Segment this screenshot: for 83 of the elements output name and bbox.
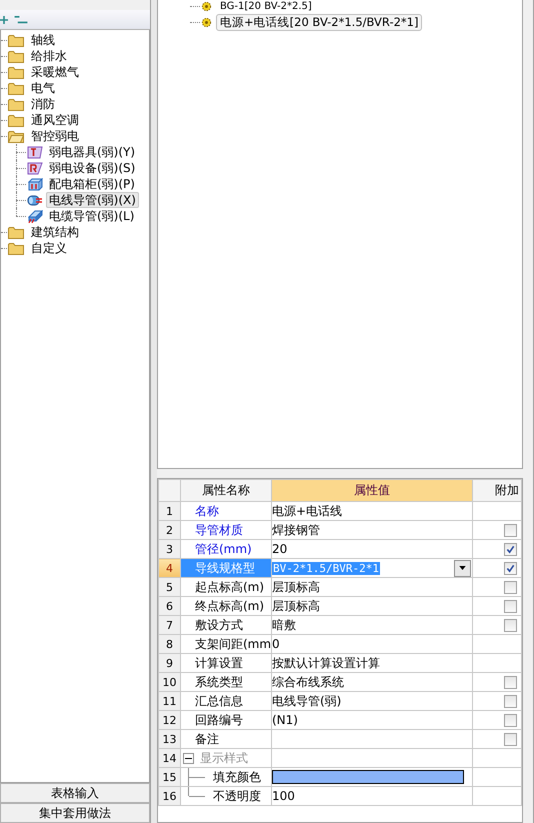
tree-item[interactable]: 通风空调 bbox=[28, 112, 82, 128]
property-value[interactable]: (N1) bbox=[272, 713, 298, 727]
row-number: 2 bbox=[158, 520, 180, 540]
color-swatch[interactable] bbox=[272, 770, 464, 784]
checkbox[interactable] bbox=[504, 562, 517, 576]
conduit-icon bbox=[27, 194, 43, 206]
property-name-text: 管径(mm) bbox=[194, 540, 252, 558]
device-icon bbox=[27, 146, 43, 158]
tree-item[interactable]: 消防 bbox=[28, 96, 58, 112]
tree-item[interactable]: 电线导管(弱)(X) bbox=[46, 192, 139, 208]
dropdown-button[interactable] bbox=[454, 560, 471, 576]
collapse-toggle[interactable] bbox=[183, 752, 194, 764]
property-name-text: 名称 bbox=[194, 502, 219, 520]
row-number: 11 bbox=[158, 692, 180, 710]
checkbox[interactable] bbox=[504, 676, 517, 690]
row-number: 8 bbox=[158, 634, 180, 654]
tree-item[interactable]: 电缆导管(弱)(L) bbox=[46, 208, 138, 224]
expand-all-icon[interactable] bbox=[0, 16, 8, 24]
column-header[interactable]: 属性值 bbox=[272, 480, 472, 502]
property-name-text: 敷设方式 bbox=[194, 616, 243, 634]
property-name-text: 不透明度 bbox=[212, 788, 261, 804]
tree-item[interactable]: 配电箱柜(弱)(P) bbox=[46, 176, 138, 192]
tree-item[interactable]: 轴线 bbox=[28, 32, 58, 48]
row-number: 5 bbox=[158, 578, 180, 596]
row-number: 12 bbox=[158, 710, 180, 730]
panel-button[interactable]: 表格输入 bbox=[0, 783, 150, 803]
property-name-text: 备注 bbox=[194, 730, 219, 748]
component-item[interactable]: 电源+电话线[20 BV-2*1.5/BVR-2*1] bbox=[216, 14, 422, 30]
checkbox[interactable] bbox=[504, 600, 517, 614]
cable-conduit-icon bbox=[27, 210, 43, 222]
tree-item[interactable]: 建筑结构 bbox=[28, 224, 82, 240]
property-name-text: 计算设置 bbox=[194, 654, 243, 672]
property-name-text: 填充颜色 bbox=[212, 768, 261, 786]
property-value[interactable]: 层顶标高 bbox=[272, 598, 320, 612]
property-value[interactable]: 层顶标高 bbox=[272, 580, 320, 594]
gear-icon bbox=[201, 0, 212, 12]
row-number: 6 bbox=[158, 596, 180, 616]
tree-item[interactable]: 自定义 bbox=[28, 240, 70, 256]
column-header[interactable]: 附加 bbox=[472, 480, 522, 502]
property-name-text: 支架间距(mm bbox=[194, 636, 270, 652]
row-number: 4 bbox=[158, 558, 180, 578]
row-number: 7 bbox=[158, 616, 180, 634]
tree-item[interactable]: 智控弱电 bbox=[28, 128, 82, 144]
tree-item[interactable]: 弱电设备(弱)(S) bbox=[46, 160, 138, 176]
tree-item[interactable]: 采暖燃气 bbox=[28, 64, 82, 80]
property-value[interactable]: 100 bbox=[272, 789, 295, 803]
row-number: 14 bbox=[158, 748, 180, 768]
column-header[interactable]: 属性名称 bbox=[180, 480, 272, 502]
property-value[interactable]: 暗敷 bbox=[272, 618, 296, 632]
component-item[interactable]: BG-1[20 BV-2*2.5] bbox=[216, 0, 316, 12]
property-name-text: 起点标高(m) bbox=[194, 578, 264, 596]
property-name-text: 导管材质 bbox=[194, 522, 243, 538]
checkbox[interactable] bbox=[504, 733, 517, 746]
row-number: 1 bbox=[158, 502, 180, 520]
checkbox[interactable] bbox=[504, 619, 517, 632]
gear-icon bbox=[201, 16, 212, 28]
checkbox[interactable] bbox=[504, 524, 517, 538]
panel-button[interactable]: 集中套用做法 bbox=[0, 803, 150, 823]
row-number: 15 bbox=[158, 768, 180, 786]
collapse-all-icon[interactable] bbox=[14, 16, 28, 24]
checkbox[interactable] bbox=[504, 714, 517, 728]
equipment-icon bbox=[27, 162, 43, 174]
property-name-text: 汇总信息 bbox=[194, 692, 243, 710]
property-value[interactable]: 20 bbox=[272, 542, 288, 556]
caret-icon bbox=[459, 566, 466, 570]
property-name-text: 回路编号 bbox=[194, 712, 243, 728]
row-number: 13 bbox=[158, 730, 180, 748]
tree-item[interactable]: 电气 bbox=[28, 80, 58, 96]
row-number: 3 bbox=[158, 540, 180, 558]
row-number: 9 bbox=[158, 654, 180, 672]
tree-item[interactable]: 给排水 bbox=[28, 48, 70, 64]
checkbox[interactable] bbox=[504, 581, 517, 594]
group-name: 显示样式 bbox=[200, 750, 248, 766]
row-number: 16 bbox=[158, 786, 180, 806]
property-name-text: 终点标高(m) bbox=[194, 598, 264, 614]
checkbox[interactable] bbox=[504, 543, 517, 556]
tree-item[interactable]: 弱电器具(弱)(Y) bbox=[46, 144, 138, 160]
checkbox[interactable] bbox=[504, 695, 517, 708]
cabinet-icon bbox=[27, 178, 43, 190]
property-name-text: 导线规格型 bbox=[194, 560, 255, 576]
row-number: 10 bbox=[158, 672, 180, 692]
property-value[interactable]: 0 bbox=[272, 637, 280, 651]
property-name-text: 系统类型 bbox=[194, 674, 243, 690]
